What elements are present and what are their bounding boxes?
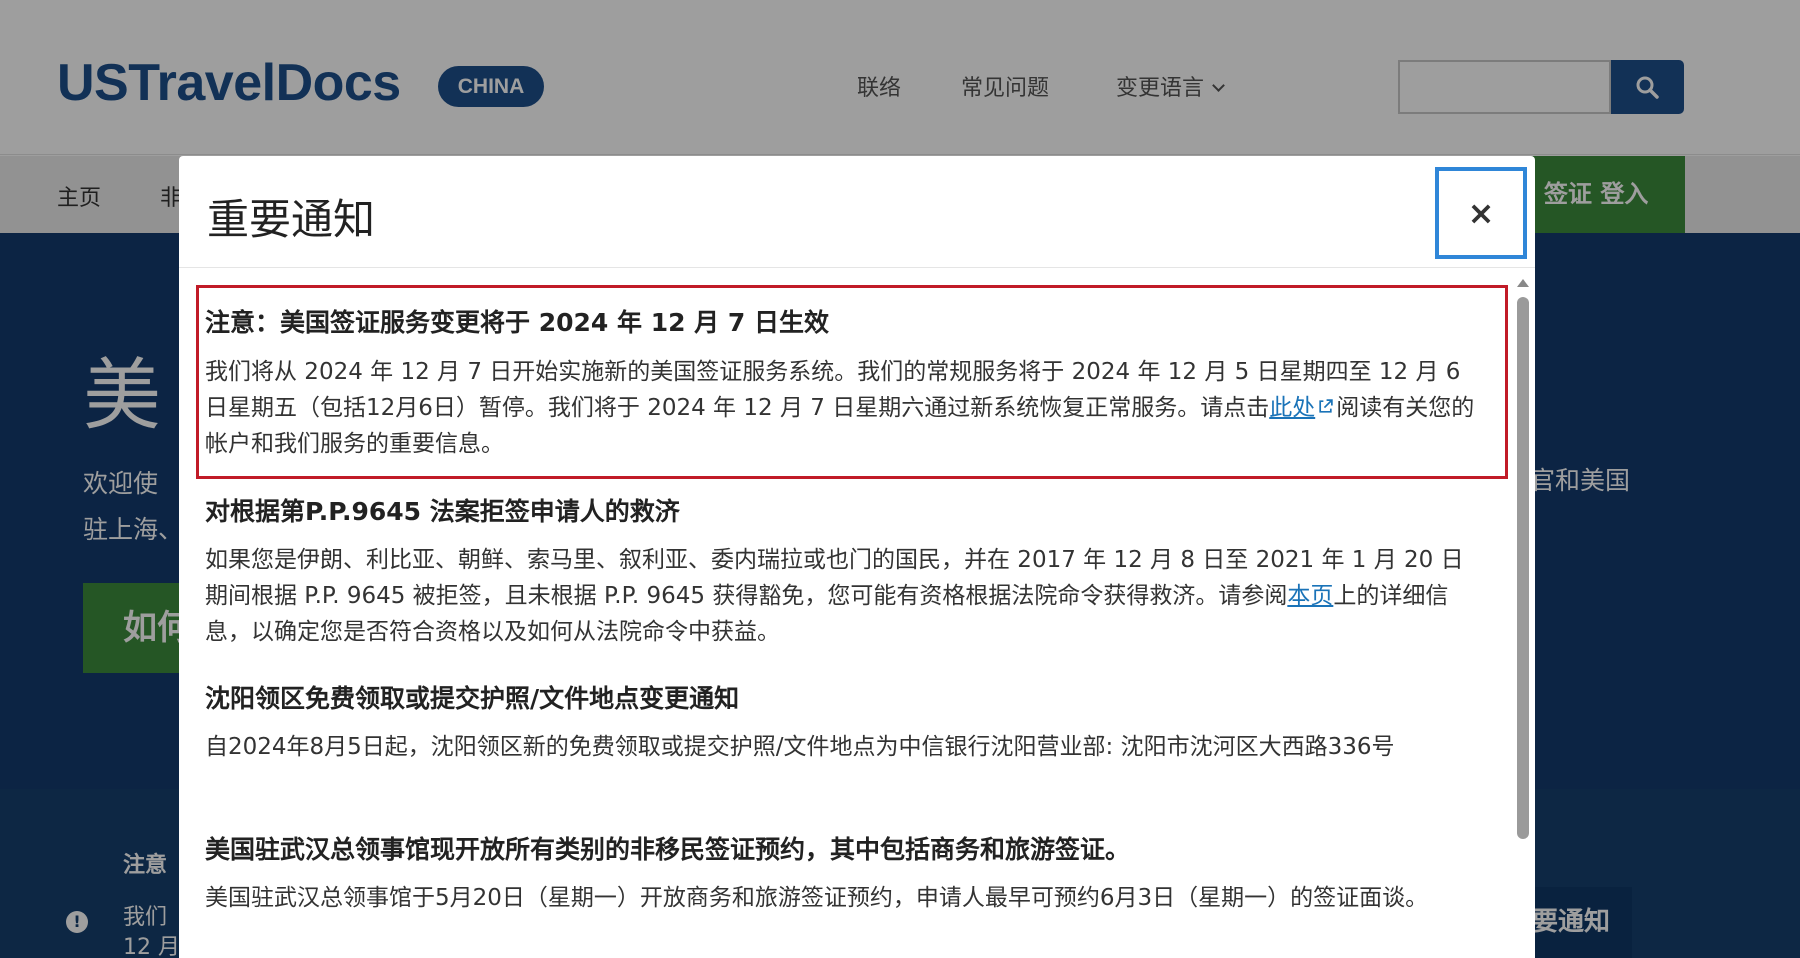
notice-text: 美国驻武汉总领事馆于5月20日（星期一）开放商务和旅游签证预约，申请人最早可预约… <box>205 885 1429 911</box>
close-button[interactable]: × <box>1435 167 1527 259</box>
close-icon: × <box>1467 194 1495 232</box>
notice-text-part: 如果您是伊朗、利比亚、朝鲜、索马里、叙利亚、委内瑞拉或也门的国民，并在 2017… <box>205 547 1464 609</box>
modal-body[interactable]: 注意：美国签证服务变更将于 2024 年 12 月 7 日生效 我们将从 202… <box>179 269 1535 958</box>
modal-title: 重要通知 <box>207 195 376 244</box>
this-page-link[interactable]: 本页 <box>1287 583 1333 609</box>
scrollbar-thumb[interactable] <box>1517 297 1529 839</box>
external-link-icon <box>1319 399 1333 413</box>
notice-title: 对根据第P.P.9645 法案拒签申请人的救济 <box>205 497 680 526</box>
notice-text: 如果您是伊朗、利比亚、朝鲜、索马里、叙利亚、委内瑞拉或也门的国民，并在 2017… <box>205 542 1481 650</box>
notice-title: 美国驻武汉总领事馆现开放所有类别的非移民签证预约，其中包括商务和旅游签证。 <box>205 835 1131 864</box>
modal-header: 重要通知 × <box>179 156 1535 268</box>
here-link[interactable]: 此处 <box>1269 395 1315 421</box>
scrollbar[interactable] <box>1516 279 1530 958</box>
notice-text: 自2024年8月5日起，沈阳领区新的免费领取或提交护照/文件地点为中信银行沈阳营… <box>205 734 1395 760</box>
notice-text: 我们将从 2024 年 12 月 7 日开始实施新的美国签证服务系统。我们的常规… <box>205 354 1481 462</box>
notice-title: 注意：美国签证服务变更将于 2024 年 12 月 7 日生效 <box>205 308 829 337</box>
important-notice-modal: 重要通知 × 注意：美国签证服务变更将于 2024 年 12 月 7 日生效 我… <box>179 156 1535 958</box>
scroll-up-arrow-icon[interactable] <box>1517 279 1529 287</box>
notice-title: 沈阳领区免费领取或提交护照/文件地点变更通知 <box>205 684 740 713</box>
